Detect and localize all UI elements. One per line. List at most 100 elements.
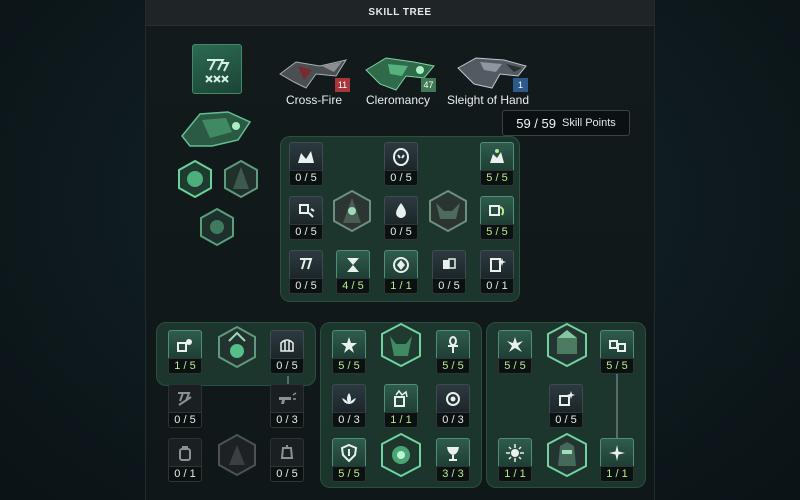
skill-node[interactable]: 0 / 5 <box>289 250 323 294</box>
skill-node[interactable]: 1 / 1 <box>384 250 418 294</box>
skill-count: 5 / 5 <box>332 466 366 482</box>
armored-knight-icon[interactable] <box>544 432 590 478</box>
star-burst-icon <box>498 438 532 466</box>
skill-node[interactable]: 0 / 3 <box>270 384 304 428</box>
dice-pair-icon <box>600 330 634 358</box>
dice-leaf-icon <box>480 196 514 224</box>
skill-count: 0 / 1 <box>480 278 514 294</box>
skill-node[interactable]: 0 / 5 <box>384 142 418 186</box>
skill-node[interactable]: 5 / 5 <box>436 330 470 374</box>
lotus-icon <box>332 384 366 412</box>
skill-count: 5 / 5 <box>436 358 470 374</box>
skill-node[interactable]: 5 / 5 <box>600 330 634 374</box>
shield-sigil-icon <box>332 438 366 466</box>
skill-node[interactable]: 0 / 1 <box>168 438 202 482</box>
weapon-level-badge: 1 <box>513 78 528 92</box>
skill-node[interactable]: 0 / 5 <box>270 330 304 374</box>
skill-node[interactable]: 0 / 5 <box>384 196 418 240</box>
skill-count: 1 / 5 <box>168 358 202 374</box>
weapon-level-badge: 47 <box>421 78 436 92</box>
skill-node[interactable]: 0 / 5 <box>168 384 202 428</box>
skill-node[interactable]: 1 / 1 <box>600 438 634 482</box>
skill-count: 3 / 3 <box>436 466 470 482</box>
skill-count: 1 / 1 <box>600 466 634 482</box>
skill-node[interactable]: 5 / 5 <box>498 330 532 374</box>
gem-target-icon <box>384 250 418 278</box>
pistol-burst-icon <box>270 384 304 412</box>
skill-node[interactable]: 0 / 5 <box>549 384 583 428</box>
skill-count: 5 / 5 <box>600 358 634 374</box>
green-spirit-icon[interactable] <box>194 204 240 250</box>
skill-node[interactable]: 0 / 3 <box>332 384 366 428</box>
skill-count: 1 / 1 <box>384 278 418 294</box>
green-bloom-icon[interactable] <box>378 432 424 478</box>
lantern-icon <box>270 438 304 466</box>
green-tank-icon[interactable] <box>544 322 590 368</box>
weapon-cleromancy[interactable]: 47 <box>362 52 438 94</box>
dice-crown-icon <box>384 384 418 412</box>
nova-icon <box>600 438 634 466</box>
shatter-icon <box>498 330 532 358</box>
skill-node[interactable]: 0 / 1 <box>480 250 514 294</box>
horned-helm-icon[interactable] <box>425 188 471 234</box>
skill-node[interactable]: 5 / 5 <box>480 142 514 186</box>
skill-count: 0 / 5 <box>384 224 418 240</box>
skill-count: 0 / 3 <box>436 412 470 428</box>
skill-node[interactable]: 0 / 5 <box>289 142 323 186</box>
skill-count: 0 / 5 <box>289 224 323 240</box>
skill-node[interactable]: 0 / 5 <box>289 196 323 240</box>
panel-title: SKILL TREE <box>146 0 654 26</box>
dice-slash-icon <box>168 384 202 412</box>
skill-count: 0 / 5 <box>270 358 304 374</box>
ankh-icon <box>436 330 470 358</box>
hooded-figure-icon[interactable] <box>218 156 264 202</box>
green-rune-hex-icon[interactable] <box>172 156 218 202</box>
skill-node[interactable]: 5 / 5 <box>332 330 366 374</box>
skill-points-label: Skill Points <box>561 117 616 129</box>
skill-tree-panel: SKILL TREE 11 Cross-Fire 47 Cleromancy 1… <box>145 0 655 500</box>
skill-count: 0 / 5 <box>270 466 304 482</box>
weapon-sleight-of-hand[interactable]: 1 <box>454 52 530 94</box>
crown-flame-icon <box>480 142 514 170</box>
claw-mark-icon <box>289 250 323 278</box>
skill-node[interactable]: 5 / 5 <box>332 438 366 482</box>
drop-icon <box>384 196 418 224</box>
green-demon-icon[interactable] <box>378 322 424 368</box>
skill-node[interactable]: 0 / 5 <box>270 438 304 482</box>
skill-count: 0 / 5 <box>384 170 418 186</box>
skill-node[interactable]: 0 / 5 <box>432 250 466 294</box>
skill-node[interactable]: 0 / 3 <box>436 384 470 428</box>
locked-warrior-icon[interactable] <box>214 432 260 478</box>
skill-count: 0 / 1 <box>168 466 202 482</box>
flame-crown-icon <box>289 142 323 170</box>
green-orb-warrior-icon[interactable] <box>214 324 260 370</box>
skill-count: 0 / 5 <box>289 170 323 186</box>
skill-node[interactable]: 1 / 5 <box>168 330 202 374</box>
dice-shards-icon <box>289 196 323 224</box>
mask-icon <box>384 142 418 170</box>
skill-count: 0 / 5 <box>432 278 466 294</box>
weapon-name: Cleromancy <box>365 93 431 107</box>
sparkle-dice-icon <box>549 384 583 412</box>
weapon-cross-fire[interactable]: 11 <box>276 52 352 94</box>
weapon-name: Sleight of Hand <box>446 93 530 107</box>
skill-count: 5 / 5 <box>498 358 532 374</box>
tree-connector <box>287 376 289 384</box>
skill-node[interactable]: 3 / 3 <box>436 438 470 482</box>
hourglass-icon <box>336 250 370 278</box>
skill-node[interactable]: 4 / 5 <box>336 250 370 294</box>
skill-points-value: 59 / 59 <box>516 115 556 131</box>
hooded-skull-icon[interactable] <box>329 188 375 234</box>
skill-count: 4 / 5 <box>336 278 370 294</box>
skill-node[interactable]: 5 / 5 <box>480 196 514 240</box>
skill-count: 0 / 5 <box>168 412 202 428</box>
tree-connector <box>616 374 618 438</box>
skill-node[interactable]: 1 / 1 <box>498 438 532 482</box>
hero-portrait-icon[interactable] <box>176 106 256 152</box>
skill-count: 0 / 5 <box>289 278 323 294</box>
skill-count: 5 / 5 <box>332 358 366 374</box>
spike-star-icon <box>332 330 366 358</box>
skill-count: 1 / 1 <box>384 412 418 428</box>
skill-count: 1 / 1 <box>498 466 532 482</box>
skill-node[interactable]: 1 / 1 <box>384 384 418 428</box>
